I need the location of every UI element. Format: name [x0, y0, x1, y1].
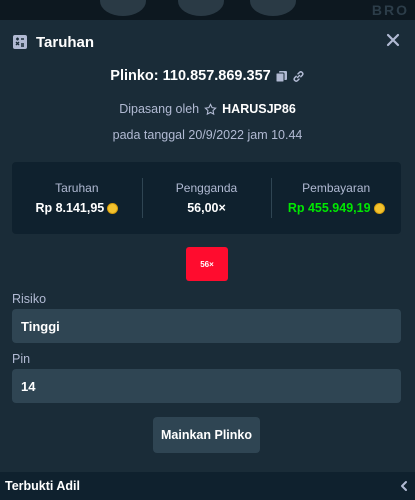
- copy-icon[interactable]: [275, 70, 288, 83]
- username-link[interactable]: HARUSJP86: [222, 102, 296, 116]
- background-strip: BRO: [0, 0, 415, 20]
- placed-by-label: Dipasang oleh: [119, 102, 200, 116]
- pins-field[interactable]: 14: [12, 369, 401, 403]
- risk-field[interactable]: Tinggi: [12, 309, 401, 343]
- stat-value: Rp 455.949,19: [287, 201, 371, 215]
- stat-label: Pembayaran: [302, 181, 371, 195]
- coin-icon: [373, 202, 385, 214]
- coin-icon: [107, 202, 119, 214]
- chevron-left-icon[interactable]: [398, 480, 410, 492]
- bet-id-line: Plinko: 110.857.869.357: [0, 68, 415, 84]
- pins-label: Pin: [12, 352, 31, 366]
- bet-date: pada tanggal 20/9/2022 jam 10.44: [112, 128, 303, 142]
- modal-header: Taruhan: [12, 32, 94, 52]
- stat-bet-amount: Taruhan Rp 8.141,95: [12, 162, 142, 234]
- stat-label: Pengganda: [175, 181, 238, 195]
- bet-modal: Taruhan Plinko: 110.857.869.357 Dipasang…: [0, 20, 415, 500]
- bet-stats-panel: Taruhan Rp 8.141,95 Pengganda 56,00× Pem…: [12, 162, 401, 234]
- placed-by-line: Dipasang oleh HARUSJP86: [0, 102, 415, 116]
- result-multiplier-chip: 56×: [186, 247, 228, 281]
- game-bet-id: Plinko: 110.857.869.357: [110, 68, 271, 84]
- star-icon: [204, 102, 217, 115]
- stat-multiplier: Pengganda 56,00×: [141, 162, 272, 234]
- provably-fair-label: Terbukti Adil: [5, 479, 80, 493]
- risk-label: Risiko: [12, 292, 47, 306]
- play-plinko-button[interactable]: Mainkan Plinko: [153, 417, 260, 453]
- close-icon[interactable]: [385, 32, 401, 48]
- bet-slip-icon: [13, 35, 27, 49]
- link-icon[interactable]: [292, 70, 305, 83]
- stat-payout: Pembayaran Rp 455.949,19: [271, 162, 401, 234]
- stat-value: Rp 8.141,95: [35, 201, 105, 215]
- stat-value: 56,00×: [187, 201, 226, 215]
- modal-title: Taruhan: [36, 33, 95, 51]
- provably-fair-bar[interactable]: Terbukti Adil: [0, 472, 415, 500]
- stat-label: Taruhan: [55, 181, 99, 195]
